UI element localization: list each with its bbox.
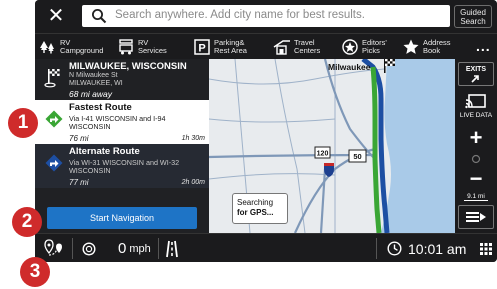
location-button[interactable] [43, 234, 65, 262]
route-title: Alternate Route [69, 146, 140, 157]
route-via: Via WI-31 WISCONSIN and WI-32 WISCONSIN [69, 158, 180, 175]
shield-50-label: 50 [353, 152, 361, 161]
gps-searching-line-1: Searching [237, 198, 274, 207]
clock-icon [387, 241, 402, 256]
map-scale-label: 9.1 mi [464, 193, 488, 201]
route-panel: MILWAUKEE, WISCONSIN N Milwaukee St MILW… [35, 59, 209, 233]
route-via: Via I-41 WISCONSIN and I-94 WISCONSIN [69, 114, 166, 131]
cast-icon [465, 93, 486, 108]
star-icon [403, 39, 419, 54]
category-label-2: Rest Area [214, 46, 247, 55]
category-label-2: Centers [294, 46, 321, 55]
destination-header: MILWAUKEE, WISCONSIN N Milwaukee St MILW… [35, 59, 209, 100]
lane-assist-button[interactable] [166, 234, 178, 262]
category-label-2: Book [423, 46, 441, 55]
zoom-dot-icon [471, 154, 481, 164]
navigation-screen: ✕ Search anywhere. Add city name for bes… [35, 0, 497, 262]
category-address-book[interactable]: Address Book [402, 37, 451, 57]
destination-distance: 68 mi away [69, 89, 112, 99]
guided-search-label-2: Search [460, 17, 486, 26]
speedometer-button[interactable] [82, 234, 96, 262]
speedometer-icon [82, 241, 96, 256]
route-option-alternate[interactable]: Alternate Route Via WI-31 WISCONSIN and … [35, 144, 209, 188]
search-placeholder: Search anywhere. Add city name for best … [115, 9, 365, 21]
travel-centers-icon [273, 40, 290, 55]
current-speed: 0 mph [118, 234, 151, 262]
category-travel-centers[interactable]: Travel Centers [273, 37, 320, 57]
live-data-label: LIVE DATA [459, 111, 493, 119]
category-bar: RV Campground RV Services P Parking& Res… [35, 33, 497, 59]
route-shield-50: 50 [348, 149, 367, 163]
destination-city: MILWAUKEE, WI [69, 80, 123, 87]
speed-unit: mph [129, 242, 151, 255]
menu-arrow-icon [466, 212, 486, 222]
route-diamond-icon [45, 110, 63, 128]
route-option-fastest[interactable]: Fastest Route Via I-41 WISCONSIN and I-9… [35, 100, 209, 144]
category-label-2: Services [138, 46, 167, 55]
close-button[interactable]: ✕ [43, 4, 69, 28]
rv-campground-icon [40, 41, 54, 54]
category-editors-picks[interactable]: Editors' Picks [341, 37, 387, 57]
exits-label: EXITS [465, 65, 487, 73]
search-icon [92, 9, 107, 24]
road-icon [166, 240, 178, 257]
route-time: 2h 00m [181, 179, 205, 186]
zoom-in-button[interactable]: + [458, 127, 494, 149]
gps-searching-line-2: for GPS... [237, 208, 274, 217]
map-menu-button[interactable] [458, 205, 494, 229]
divider [376, 238, 377, 259]
category-label-2: Campground [60, 46, 104, 55]
map-city-label: Milwaukee [328, 62, 371, 72]
rv-services-icon [119, 39, 133, 55]
apps-button[interactable] [480, 234, 492, 262]
divider [158, 238, 159, 259]
route-distance: 76 mi [69, 134, 89, 143]
time-label: 10:01 am [408, 240, 467, 257]
shield-120-label: 120 [317, 151, 329, 158]
svg-text:P: P [198, 43, 205, 55]
guided-search-label-1: Guided [460, 8, 486, 17]
top-search-bar: ✕ Search anywhere. Add city name for bes… [35, 0, 497, 33]
parking-icon: P [194, 39, 210, 55]
category-rv-services[interactable]: RV Services [117, 37, 167, 57]
category-parking[interactable]: P Parking& Rest Area [193, 37, 247, 57]
guided-search-button[interactable]: Guided Search [454, 5, 492, 28]
start-navigation-button[interactable]: Start Navigation [47, 207, 197, 229]
route-diamond-icon [45, 154, 63, 172]
live-data-button[interactable]: LIVE DATA [458, 90, 494, 122]
destination-pin-icon [44, 69, 60, 88]
gps-searching-popup: Searching for GPS... [232, 193, 288, 224]
divider [72, 238, 73, 259]
location-route-icon [44, 238, 62, 256]
exit-arrow-icon [471, 74, 479, 83]
grid-icon [480, 242, 492, 255]
callout-1: 1 [8, 108, 38, 138]
status-bar: 0 mph 10:01 am [35, 233, 497, 262]
map-controls: EXITS LIVE DATA + − 9.1 mi [455, 59, 497, 233]
more-button[interactable]: ... [476, 38, 491, 54]
search-input[interactable]: Search anywhere. Add city name for best … [82, 5, 450, 27]
destination-name: MILWAUKEE, WISCONSIN [69, 61, 187, 72]
callout-3: 3 [20, 257, 50, 287]
clock[interactable]: 10:01 am [387, 234, 466, 262]
speed-value: 0 [118, 240, 127, 257]
category-rv-campground[interactable]: RV Campground [39, 37, 103, 57]
route-title: Fastest Route [69, 102, 132, 113]
zoom-level-indicator [458, 151, 494, 167]
category-label-2: Picks [362, 46, 380, 55]
route-time: 1h 30m [181, 135, 205, 142]
editors-picks-icon [342, 39, 358, 55]
exits-button[interactable]: EXITS [458, 62, 494, 86]
destination-street: N Milwaukee St [69, 72, 118, 79]
route-shield-120: 120 [314, 146, 331, 159]
map-scale: 9.1 mi [458, 190, 494, 204]
route-distance: 77 mi [69, 178, 89, 187]
zoom-out-button[interactable]: − [458, 168, 494, 190]
callout-2: 2 [12, 207, 42, 237]
